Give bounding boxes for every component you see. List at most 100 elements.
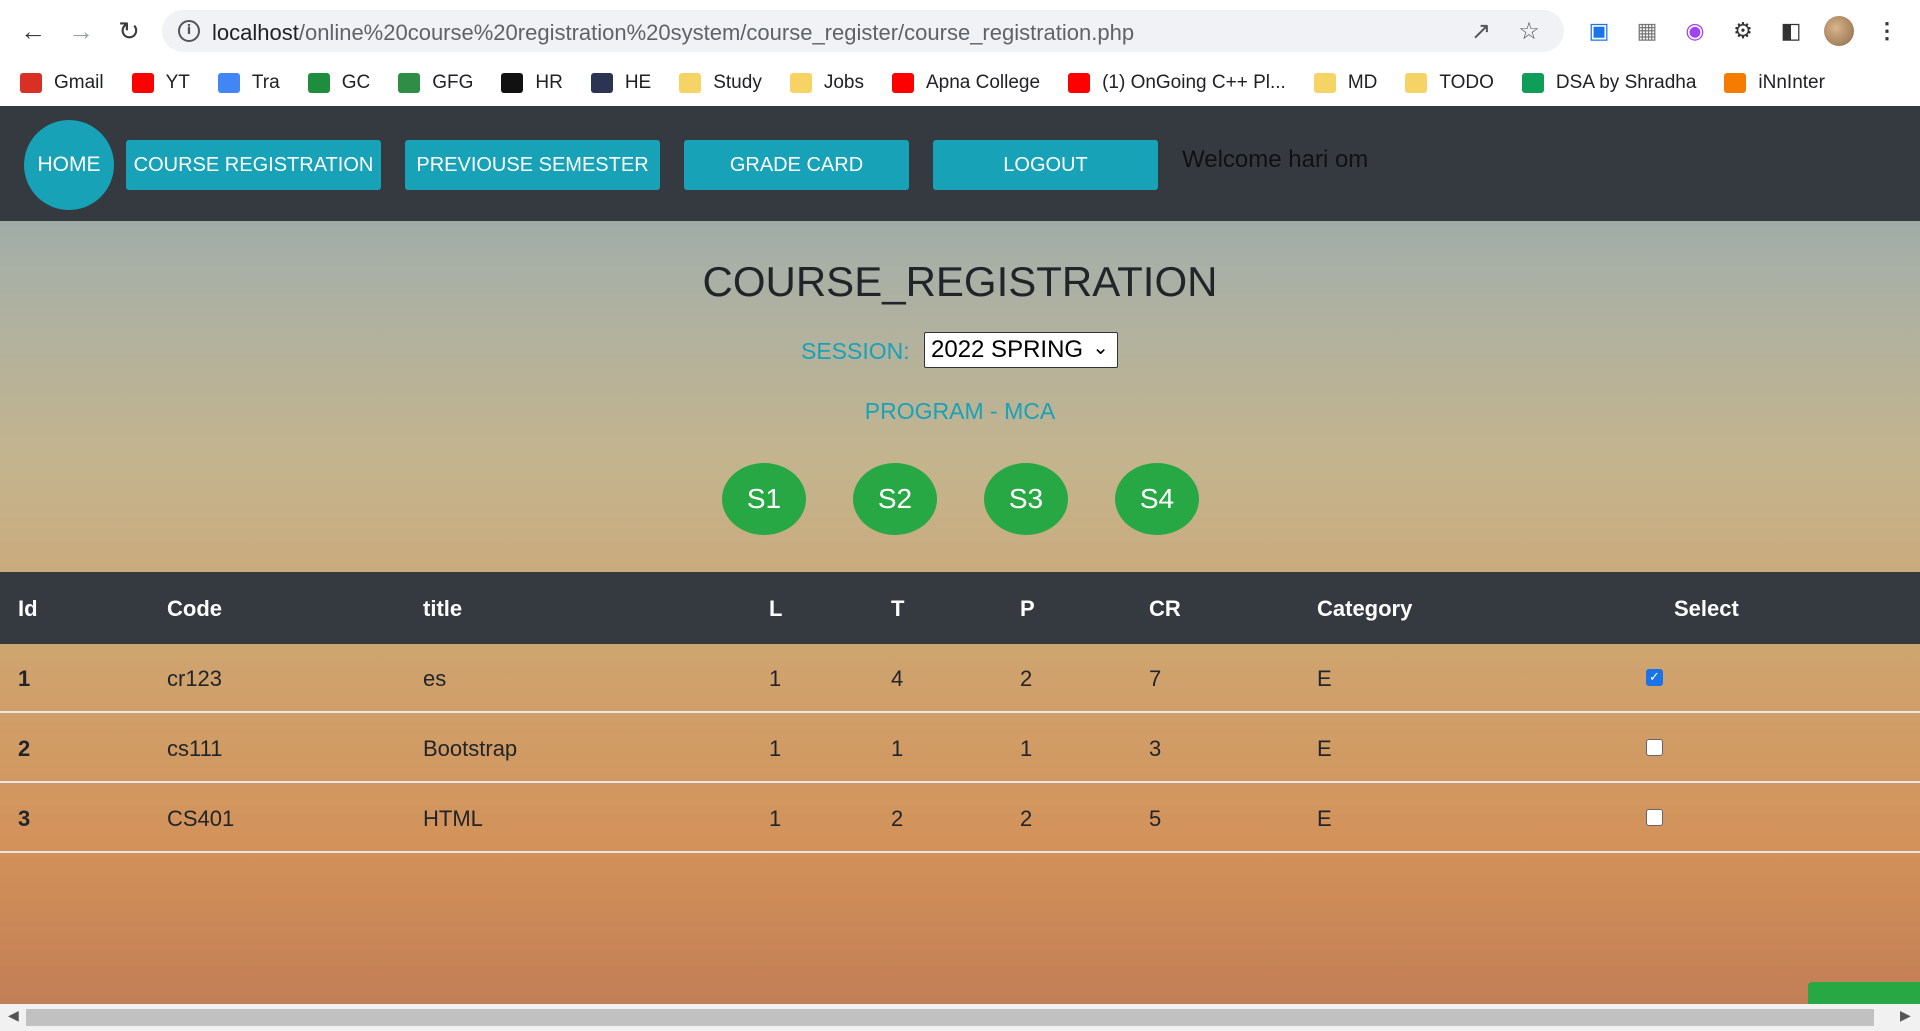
cell-code: cs111 [167,736,223,761]
cell-l: 1 [769,666,782,691]
bookmark-item[interactable]: HE [590,72,652,94]
grade-card-button[interactable]: GRADE CARD [684,140,909,190]
cell-category: E [1317,666,1332,691]
semester-s4-button[interactable]: S4 [1115,463,1199,535]
menu-kebab-icon[interactable]: ⋮ [1870,14,1904,48]
tineye-extension-icon[interactable]: ▦ [1630,14,1664,48]
cell-id: 3 [18,806,31,831]
url-host: localhost [212,20,299,45]
page-body: HOME COURSE REGISTRATION PREVIOUSE SEMES… [0,106,1920,1004]
bookmark-label: HE [624,72,652,93]
course-table-header: Id Code title L T P CR Category Select [0,572,1920,644]
bookmark-item[interactable]: (1) OnGoing C++ Pl... [1068,72,1286,94]
cell-p: 2 [1020,666,1033,691]
bookmark-label: DSA by Shradha [1555,72,1697,93]
semester-s2-button[interactable]: S2 [853,463,937,535]
cell-title: HTML [423,806,483,831]
session-select[interactable]: 2022 SPRING ⌄ [924,332,1118,368]
cell-category: E [1317,736,1332,761]
scrollbar-thumb[interactable] [26,1009,1874,1026]
forward-arrow-icon[interactable]: → [64,14,98,48]
profile-avatar[interactable] [1822,14,1856,48]
col-header-p: P [1020,596,1035,621]
bookmark-item[interactable]: Jobs [789,72,864,94]
side-panel-icon[interactable]: ◧ [1774,14,1808,48]
site-navbar: HOME COURSE REGISTRATION PREVIOUSE SEMES… [0,106,1920,221]
bookmark-item[interactable]: iNnInter [1724,72,1825,94]
chevron-down-icon: ⌄ [1092,335,1109,359]
bookmark-item[interactable]: HR [501,72,563,94]
folder-icon [679,73,702,93]
bookmark-label: TODO [1439,72,1494,93]
cell-id: 1 [18,666,31,691]
broadcast-extension-icon[interactable]: ◉ [1678,14,1712,48]
bookmark-label: Gmail [54,72,104,93]
gfg-icon [398,73,421,93]
cell-p: 2 [1020,806,1033,831]
table-row: 3 CS401 HTML 1 2 2 5 E [0,784,1920,853]
horizontal-scrollbar[interactable]: ◀ ▶ [0,1004,1920,1031]
share-icon[interactable]: ↗ [1466,16,1496,46]
bookmark-label: MD [1347,72,1378,93]
bookmark-item[interactable]: TODO [1405,72,1494,94]
bookmark-item[interactable]: YT [131,72,190,94]
select-checkbox[interactable] [1646,809,1663,826]
logout-button[interactable]: LOGOUT [933,140,1158,190]
cell-t: 1 [891,736,904,761]
bookmark-star-icon[interactable]: ☆ [1514,16,1544,46]
folder-icon [1405,73,1428,93]
bookmark-label: YT [165,72,190,93]
youtube-icon [1068,73,1091,93]
cell-t: 2 [891,806,904,831]
cell-id: 2 [18,736,31,761]
back-arrow-icon[interactable]: ← [16,14,50,48]
previous-semester-button[interactable]: PREVIOUSE SEMESTER [405,140,660,190]
save-button[interactable]: Save [1808,982,1920,1004]
reload-icon[interactable]: ↻ [112,14,146,48]
cell-l: 1 [769,736,782,761]
bookmark-item[interactable]: Apna College [891,72,1040,94]
url-text[interactable]: localhost/online%20course%20registration… [212,20,1134,46]
bookmark-item[interactable]: Tra [217,72,280,94]
home-button[interactable]: HOME [24,120,114,210]
cell-l: 1 [769,806,782,831]
cell-t: 4 [891,666,904,691]
extensions-puzzle-icon[interactable]: ⚙ [1726,14,1760,48]
col-header-title: title [423,596,463,621]
browser-toolbar: ← → ↻ i localhost/online%20course%20regi… [0,0,1920,60]
cell-title: es [423,666,447,691]
cell-code: CS401 [167,806,235,831]
semester-s3-button[interactable]: S3 [984,463,1068,535]
address-bar[interactable]: i localhost/online%20course%20registrati… [162,10,1564,52]
col-header-code: Code [167,596,222,621]
col-header-select: Select [1674,596,1739,621]
cell-cr: 3 [1149,736,1162,761]
bookmark-item[interactable]: GFG [398,72,473,94]
bookmark-label: iNnInter [1758,72,1825,93]
select-checkbox[interactable] [1646,739,1663,756]
bookmark-label: Study [713,72,762,93]
select-checkbox[interactable]: ✓ [1646,669,1663,686]
bookmark-item[interactable]: DSA by Shradha [1521,72,1697,94]
youtube-icon [131,73,154,93]
scroll-right-icon[interactable]: ▶ [1900,1008,1911,1024]
bookmark-label: Tra [251,72,280,93]
cell-category: E [1317,806,1332,831]
hackerrank-icon [501,73,524,93]
page-title: COURSE_REGISTRATION [702,258,1218,305]
bookmark-item[interactable]: MD [1313,72,1378,94]
cell-cr: 5 [1149,806,1162,831]
site-info-icon[interactable]: i [178,20,200,42]
col-header-l: L [769,596,783,621]
bookmark-item[interactable]: Gmail [20,72,104,94]
col-header-id: Id [18,596,38,621]
table-row: 2 cs111 Bootstrap 1 1 1 3 E [0,714,1920,783]
globe-icon [1724,73,1747,93]
bookmark-item[interactable]: GC [307,72,370,94]
course-registration-button[interactable]: COURSE REGISTRATION [126,140,381,190]
semester-s1-button[interactable]: S1 [722,463,806,535]
screencast-extension-icon[interactable]: ▣ [1582,14,1616,48]
cell-code: cr123 [167,666,223,691]
bookmark-item[interactable]: Study [679,72,762,94]
scroll-left-icon[interactable]: ◀ [8,1008,19,1024]
